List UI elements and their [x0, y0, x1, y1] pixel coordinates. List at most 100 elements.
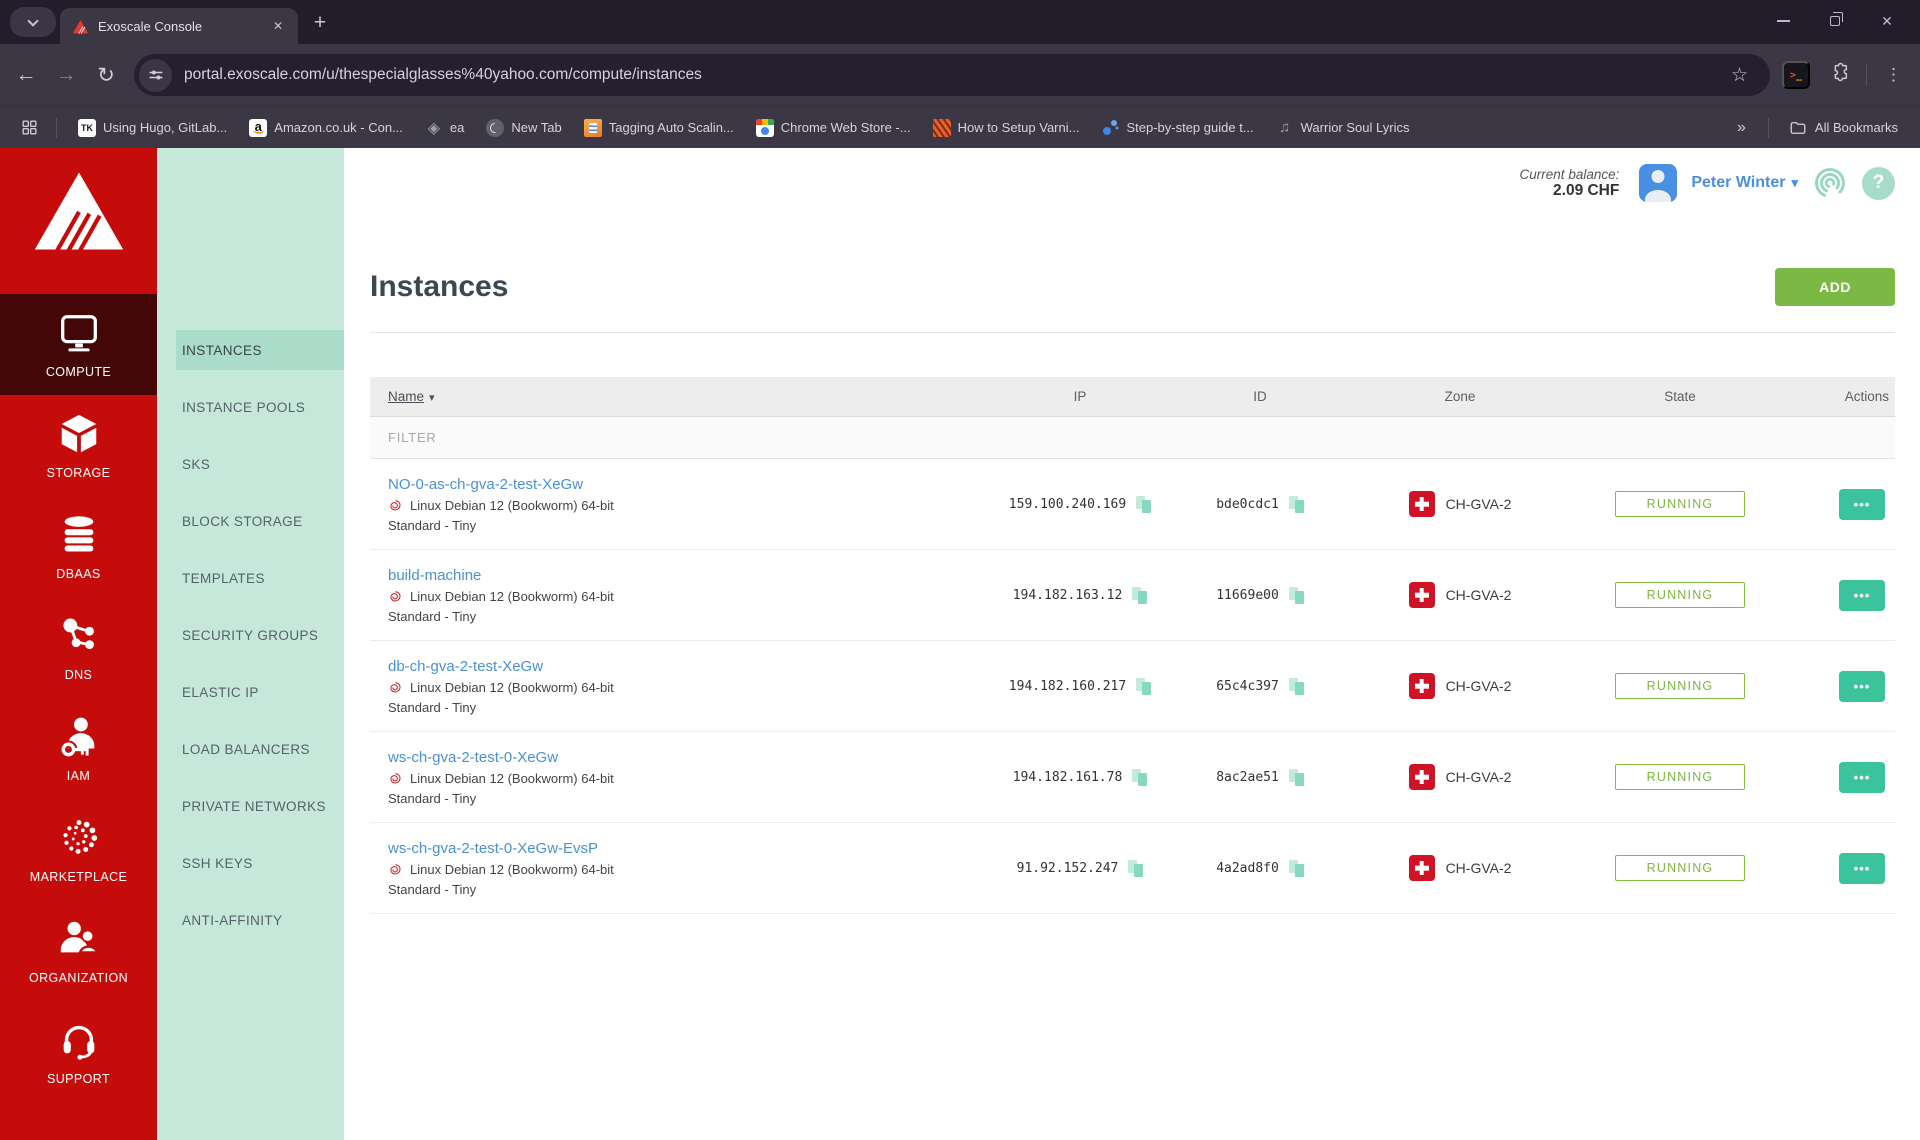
secondary-nav-item[interactable]: SECURITY GROUPS: [157, 615, 344, 655]
copy-icon[interactable]: [1288, 586, 1304, 604]
exoscale-logo[interactable]: [0, 148, 157, 294]
browser-menu-icon[interactable]: ⋮: [1877, 65, 1910, 85]
instance-os-label: Linux Debian 12 (Bookworm) 64-bit: [410, 497, 614, 513]
copy-icon[interactable]: [1288, 495, 1304, 513]
secondary-nav-item[interactable]: INSTANCES: [176, 330, 344, 370]
copy-icon[interactable]: [1288, 768, 1304, 786]
bookmark-item[interactable]: How to Setup Varni...: [924, 115, 1089, 141]
url-text[interactable]: portal.exoscale.com/u/thespecialglasses%…: [184, 66, 1719, 84]
instance-plan: Standard - Tiny: [388, 608, 477, 624]
secondary-nav-item[interactable]: SKS: [157, 444, 344, 484]
window-close-button[interactable]: ✕: [1868, 8, 1906, 34]
primary-nav-item[interactable]: MARKETPLACE: [0, 799, 157, 900]
primary-nav-item[interactable]: IAM: [0, 698, 157, 799]
user-menu[interactable]: Peter Winter: [1691, 174, 1798, 192]
row-actions-button[interactable]: •••: [1839, 852, 1885, 884]
copy-icon[interactable]: [1128, 859, 1144, 877]
secondary-nav-item[interactable]: PRIVATE NETWORKS: [157, 786, 344, 826]
avatar[interactable]: [1639, 164, 1678, 202]
column-header-name[interactable]: Name: [370, 389, 990, 404]
primary-nav-icon: [56, 815, 102, 861]
terminal-extension-icon[interactable]: > _: [1782, 61, 1810, 89]
instance-plan: Standard - Tiny: [388, 517, 477, 533]
bookmark-item[interactable]: New Tab: [477, 115, 570, 141]
bookmark-item[interactable]: Chrome Web Store -...: [747, 115, 920, 141]
copy-icon[interactable]: [1288, 859, 1304, 877]
bookmark-star-icon[interactable]: ☆: [1731, 64, 1748, 87]
add-instance-button[interactable]: ADD: [1775, 268, 1895, 306]
instance-name-link[interactable]: NO-0-as-ch-gva-2-test-XeGw: [388, 476, 583, 493]
row-actions-button[interactable]: •••: [1839, 488, 1885, 520]
primary-nav-item[interactable]: STORAGE: [0, 395, 157, 496]
secondary-nav-item[interactable]: TEMPLATES: [157, 558, 344, 598]
row-actions-button[interactable]: •••: [1839, 579, 1885, 611]
tab-close-icon[interactable]: ✕: [268, 16, 288, 36]
instance-plan: Standard - Tiny: [388, 790, 477, 806]
bookmark-item[interactable]: Step-by-step guide t...: [1092, 115, 1262, 141]
bookmarks-overflow-icon[interactable]: »: [1727, 119, 1756, 137]
bookmark-label: Amazon.co.uk - Con...: [274, 120, 403, 135]
instance-name-link[interactable]: db-ch-gva-2-test-XeGw: [388, 658, 543, 675]
row-actions-button[interactable]: •••: [1839, 761, 1885, 793]
help-icon[interactable]: [1862, 166, 1895, 200]
extensions-puzzle-icon[interactable]: [1822, 55, 1856, 95]
bookmark-label: Using Hugo, GitLab...: [103, 120, 228, 135]
browser-tab-strip: Exoscale Console ✕ + ✕: [0, 0, 1920, 44]
instance-os-label: Linux Debian 12 (Bookworm) 64-bit: [410, 679, 614, 695]
status-radar-icon[interactable]: [1812, 165, 1848, 201]
copy-icon[interactable]: [1132, 768, 1148, 786]
filter-input[interactable]: [388, 430, 788, 445]
bookmark-favicon: [78, 118, 96, 137]
primary-nav-item[interactable]: ORGANIZATION: [0, 900, 157, 1001]
primary-nav-item[interactable]: DBAAS: [0, 496, 157, 597]
window-minimize-button[interactable]: [1764, 8, 1802, 34]
browser-tab-exoscale[interactable]: Exoscale Console ✕: [60, 8, 298, 44]
secondary-nav-item[interactable]: ELASTIC IP: [157, 672, 344, 712]
primary-nav-item[interactable]: COMPUTE: [0, 294, 157, 395]
secondary-nav-item[interactable]: INSTANCE POOLS: [157, 387, 344, 427]
bookmark-favicon: [583, 118, 602, 137]
instance-name-link[interactable]: build-machine: [388, 567, 481, 584]
copy-icon[interactable]: [1136, 677, 1152, 695]
window-restore-button[interactable]: [1816, 8, 1854, 34]
apps-grid-icon[interactable]: [14, 113, 44, 143]
bookmark-item[interactable]: Warrior Soul Lyrics: [1267, 115, 1419, 141]
instance-name-link[interactable]: ws-ch-gva-2-test-0-XeGw-EvsP: [388, 840, 598, 857]
reload-button[interactable]: ↻: [86, 55, 126, 95]
bookmark-label: Warrior Soul Lyrics: [1300, 120, 1410, 135]
primary-nav-item[interactable]: SUPPORT: [0, 1001, 157, 1102]
instance-os: Linux Debian 12 (Bookworm) 64-bit: [388, 498, 990, 513]
new-tab-button[interactable]: +: [304, 7, 336, 39]
back-button[interactable]: ←: [6, 55, 46, 95]
column-header-ip: IP: [1073, 389, 1087, 404]
site-settings-icon[interactable]: [139, 58, 172, 92]
secondary-nav-label: TEMPLATES: [182, 570, 265, 586]
all-bookmarks-button[interactable]: All Bookmarks: [1781, 115, 1906, 141]
primary-nav-icon: [56, 512, 102, 558]
filter-row: [370, 417, 1895, 459]
instance-zone-cell: CH-GVA-2: [1350, 491, 1570, 517]
bookmark-item[interactable]: ea: [416, 115, 473, 141]
instance-row: ws-ch-gva-2-test-0-XeGw Linux Debian 12 …: [370, 732, 1895, 823]
address-bar[interactable]: portal.exoscale.com/u/thespecialglasses%…: [134, 54, 1770, 96]
secondary-nav-item[interactable]: ANTI-AFFINITY: [157, 900, 344, 940]
tab-search-button[interactable]: [10, 7, 56, 37]
secondary-nav-item[interactable]: BLOCK STORAGE: [157, 501, 344, 541]
instance-zone: CH-GVA-2: [1445, 587, 1512, 603]
copy-icon[interactable]: [1288, 677, 1304, 695]
toolbar-divider: [1866, 64, 1867, 86]
secondary-nav-item[interactable]: LOAD BALANCERS: [157, 729, 344, 769]
instance-name-link[interactable]: ws-ch-gva-2-test-0-XeGw: [388, 749, 558, 766]
copy-icon[interactable]: [1136, 495, 1152, 513]
row-actions-button[interactable]: •••: [1839, 670, 1885, 702]
bookmark-item[interactable]: Amazon.co.uk - Con...: [240, 115, 412, 141]
forward-button[interactable]: →: [46, 55, 86, 95]
secondary-nav-item[interactable]: SSH KEYS: [157, 843, 344, 883]
bookmark-label: ea: [449, 120, 465, 135]
primary-nav-item[interactable]: DNS: [0, 597, 157, 698]
debian-icon: [390, 499, 401, 511]
page-title: Instances: [370, 270, 509, 303]
bookmark-item[interactable]: Using Hugo, GitLab...: [69, 115, 236, 141]
bookmark-item[interactable]: Tagging Auto Scalin...: [575, 115, 743, 141]
copy-icon[interactable]: [1132, 586, 1148, 604]
